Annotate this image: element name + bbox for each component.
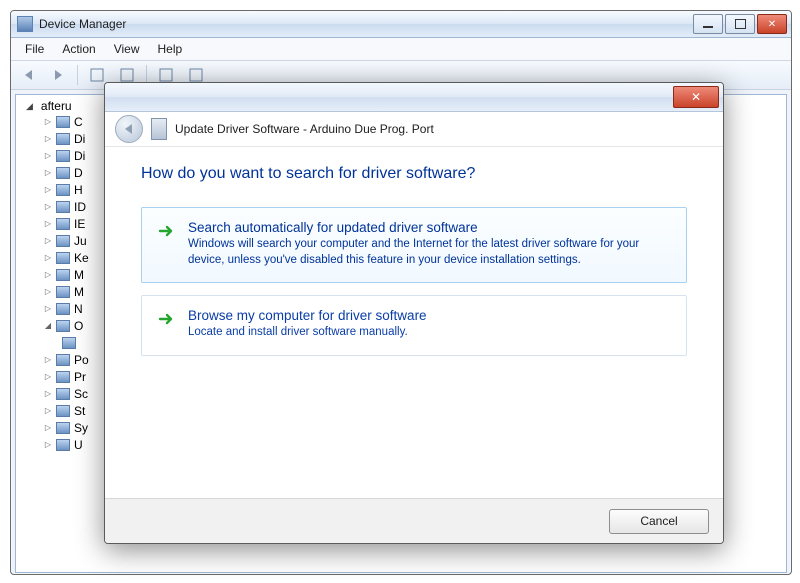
option-title: Browse my computer for driver software xyxy=(188,308,427,323)
window-title: Device Manager xyxy=(39,17,687,31)
arrow-right-icon xyxy=(158,222,176,240)
expand-icon[interactable]: ◢ xyxy=(26,101,33,112)
category-icon xyxy=(56,303,70,315)
menu-view[interactable]: View xyxy=(106,39,148,59)
expand-icon[interactable]: ▷ xyxy=(44,304,52,313)
tree-item-label: Di xyxy=(74,149,85,163)
maximize-button[interactable] xyxy=(725,14,755,34)
cancel-button[interactable]: Cancel xyxy=(609,509,709,534)
category-icon xyxy=(56,201,70,213)
expand-icon[interactable]: ▷ xyxy=(44,151,52,160)
toolbar-separator xyxy=(77,65,78,85)
tree-item-label: Po xyxy=(74,353,89,367)
dialog-title: Update Driver Software - Arduino Due Pro… xyxy=(175,122,434,136)
menu-action[interactable]: Action xyxy=(54,39,103,59)
tree-item-label: Sy xyxy=(74,421,88,435)
update-driver-dialog: Update Driver Software - Arduino Due Pro… xyxy=(104,82,724,544)
window-buttons xyxy=(693,14,787,34)
category-icon xyxy=(56,150,70,162)
expand-icon[interactable]: ▷ xyxy=(44,185,52,194)
category-icon xyxy=(56,184,70,196)
option-title: Search automatically for updated driver … xyxy=(188,220,658,235)
dialog-back-button[interactable] xyxy=(115,115,143,143)
category-icon xyxy=(56,405,70,417)
category-icon xyxy=(56,252,70,264)
app-icon xyxy=(17,16,33,32)
expand-icon[interactable]: ▷ xyxy=(44,355,52,364)
tree-item-label: M xyxy=(74,268,84,282)
dialog-titlebar[interactable] xyxy=(105,83,723,112)
expand-icon[interactable]: ▷ xyxy=(44,117,52,126)
tree-item-label: Sc xyxy=(74,387,88,401)
expand-icon[interactable]: ▷ xyxy=(44,372,52,381)
toolbar-back-button[interactable] xyxy=(15,63,41,87)
tree-item-label: C xyxy=(74,115,83,129)
expand-icon[interactable]: ▷ xyxy=(44,270,52,279)
device-icon xyxy=(151,118,167,140)
tree-item-label: N xyxy=(74,302,83,316)
tree-item-label: M xyxy=(74,285,84,299)
category-icon xyxy=(56,235,70,247)
category-icon xyxy=(56,388,70,400)
category-icon xyxy=(56,286,70,298)
toolbar-forward-button[interactable] xyxy=(45,63,71,87)
dialog-close-button[interactable] xyxy=(673,86,719,108)
tree-item-label: U xyxy=(74,438,83,452)
menubar: File Action View Help xyxy=(11,38,791,61)
expand-icon[interactable]: ▷ xyxy=(44,236,52,245)
category-icon xyxy=(56,371,70,383)
tree-item-label: H xyxy=(74,183,83,197)
dialog-content: How do you want to search for driver sof… xyxy=(105,147,723,356)
titlebar[interactable]: Device Manager xyxy=(11,11,791,38)
category-icon xyxy=(56,439,70,451)
expand-icon[interactable]: ▷ xyxy=(44,202,52,211)
tree-item-label: Ju xyxy=(74,234,87,248)
expand-icon[interactable]: ▷ xyxy=(44,423,52,432)
window-close-button[interactable] xyxy=(757,14,787,34)
tree-item-label: IE xyxy=(74,217,85,231)
arrow-right-icon xyxy=(158,310,176,328)
category-icon xyxy=(56,116,70,128)
device-icon xyxy=(62,337,76,349)
tree-item-label: Pr xyxy=(74,370,86,384)
expand-icon[interactable]: ▷ xyxy=(44,389,52,398)
category-icon xyxy=(56,167,70,179)
category-icon xyxy=(56,354,70,366)
tree-item-label: ID xyxy=(74,200,86,214)
category-icon xyxy=(56,320,70,332)
dialog-footer: Cancel xyxy=(105,498,723,543)
tree-item-label: Ke xyxy=(74,251,89,265)
tree-item-label: St xyxy=(74,404,85,418)
expand-icon[interactable]: ▷ xyxy=(44,168,52,177)
expand-icon[interactable]: ▷ xyxy=(44,253,52,262)
expand-icon[interactable]: ▷ xyxy=(44,440,52,449)
category-icon xyxy=(56,133,70,145)
category-icon xyxy=(56,422,70,434)
menu-file[interactable]: File xyxy=(17,39,52,59)
category-icon xyxy=(56,218,70,230)
expand-icon[interactable]: ▷ xyxy=(44,219,52,228)
minimize-button[interactable] xyxy=(693,14,723,34)
tree-item-label: D xyxy=(74,166,83,180)
collapse-icon[interactable]: ◢ xyxy=(44,321,52,330)
menu-help[interactable]: Help xyxy=(150,39,191,59)
expand-icon[interactable]: ▷ xyxy=(44,134,52,143)
tree-root-label: afteru xyxy=(41,99,72,113)
expand-icon[interactable]: ▷ xyxy=(44,406,52,415)
option-browse-computer[interactable]: Browse my computer for driver software L… xyxy=(141,295,687,356)
expand-icon[interactable]: ▷ xyxy=(44,287,52,296)
dialog-header: Update Driver Software - Arduino Due Pro… xyxy=(105,112,723,147)
option-search-automatically[interactable]: Search automatically for updated driver … xyxy=(141,207,687,283)
option-desc: Windows will search your computer and th… xyxy=(188,237,658,268)
option-desc: Locate and install driver software manua… xyxy=(188,325,427,341)
tree-item-label: Di xyxy=(74,132,85,146)
tree-item-label: O xyxy=(74,319,83,333)
category-icon xyxy=(56,269,70,281)
dialog-heading: How do you want to search for driver sof… xyxy=(141,165,687,183)
